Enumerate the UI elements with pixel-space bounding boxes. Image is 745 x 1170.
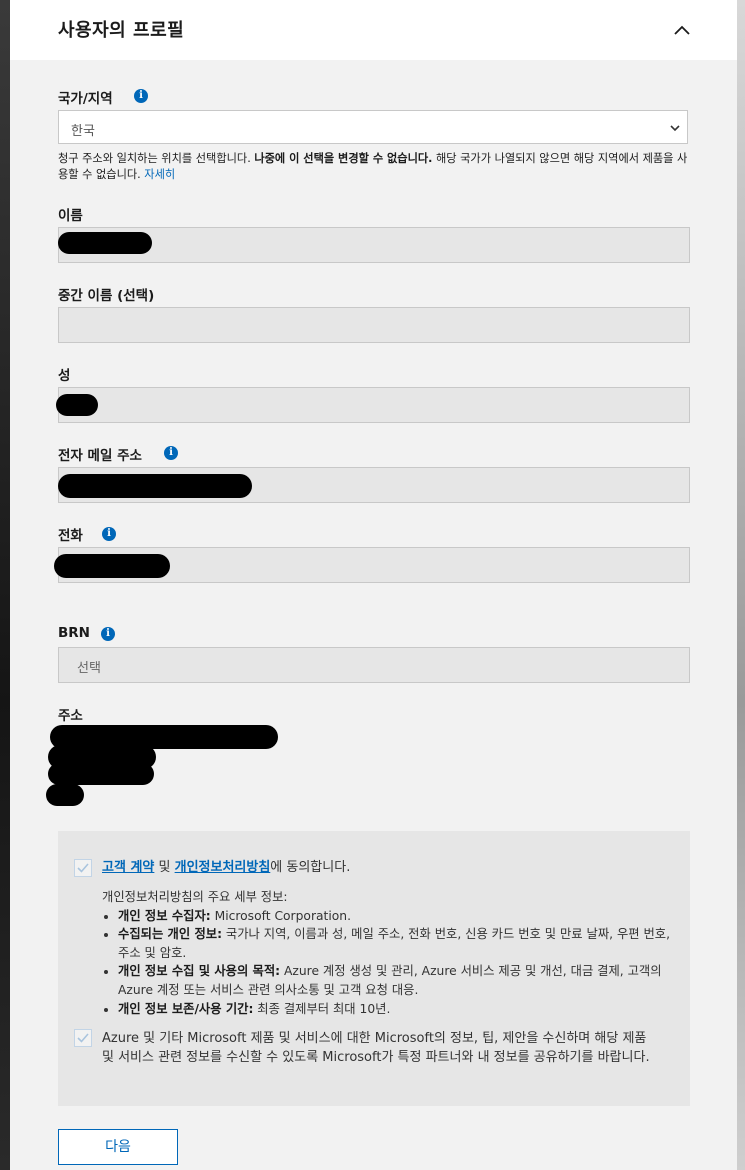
- privacy-details: 개인정보처리방침의 주요 세부 정보: 개인 정보 수집자: Microsoft…: [102, 888, 674, 1018]
- redacted-first-name: [58, 232, 152, 254]
- first-name-field[interactable]: [58, 227, 690, 263]
- agreement-checkbox[interactable]: [74, 859, 92, 877]
- brn-field[interactable]: 선택: [58, 647, 690, 683]
- marketing-checkbox[interactable]: [74, 1029, 92, 1047]
- last-name-field[interactable]: [58, 387, 690, 423]
- redacted-address-line: [46, 784, 84, 806]
- redacted-phone: [54, 554, 170, 578]
- privacy-detail-item: 수집되는 개인 정보: 국가나 지역, 이름과 성, 메일 주소, 전화 번호,…: [118, 925, 674, 962]
- info-icon[interactable]: i: [102, 527, 116, 541]
- redacted-email: [58, 474, 252, 498]
- consent-box: 고객 계약 및 개인정보처리방침에 동의합니다. 개인정보처리방침의 주요 세부…: [58, 831, 690, 1106]
- email-label: 전자 메일 주소: [58, 448, 142, 464]
- chevron-down-icon: [670, 125, 680, 132]
- phone-label: 전화: [58, 528, 83, 544]
- checkmark-icon: [77, 863, 89, 873]
- middle-name-field[interactable]: [58, 307, 690, 343]
- chevron-up-icon[interactable]: [672, 20, 692, 40]
- info-icon[interactable]: i: [101, 627, 115, 641]
- country-help-text: 청구 주소와 일치하는 위치를 선택합니다. 나중에 이 선택을 변경할 수 없…: [58, 152, 688, 181]
- redacted-address-line: [48, 763, 154, 785]
- section-title: 사용자의 프로필: [58, 20, 185, 41]
- country-select[interactable]: 한국: [58, 110, 688, 144]
- address-label: 주소: [58, 708, 83, 724]
- country-help-warning: 나중에 이 선택을 변경할 수 없습니다.: [254, 152, 433, 165]
- privacy-detail-item: 개인 정보 수집자: Microsoft Corporation.: [118, 907, 674, 926]
- first-name-label: 이름: [58, 208, 83, 224]
- privacy-policy-link[interactable]: 개인정보처리방침: [175, 860, 271, 875]
- marketing-text: Azure 및 기타 Microsoft 제품 및 서비스에 대한 Micros…: [102, 1031, 650, 1065]
- last-name-label: 성: [58, 368, 71, 384]
- country-label: 국가/지역: [58, 91, 113, 107]
- privacy-detail-item: 개인 정보 수집 및 사용의 목적: Azure 계정 생성 및 관리, Azu…: [118, 962, 674, 999]
- brn-label: BRN: [58, 625, 90, 641]
- next-button[interactable]: 다음: [58, 1129, 178, 1165]
- info-icon[interactable]: i: [134, 89, 148, 103]
- privacy-details-intro: 개인정보처리방침의 주요 세부 정보:: [102, 890, 288, 904]
- section-header[interactable]: 사용자의 프로필: [10, 0, 737, 60]
- learn-more-link[interactable]: 자세히: [144, 168, 175, 181]
- info-icon[interactable]: i: [164, 446, 178, 460]
- customer-agreement-link[interactable]: 고객 계약: [102, 860, 154, 875]
- background-left: [0, 0, 10, 1170]
- checkmark-icon: [77, 1033, 89, 1043]
- country-select-value: 한국: [71, 124, 95, 139]
- agreement-text: 고객 계약 및 개인정보처리방침에 동의합니다.: [102, 860, 351, 875]
- brn-placeholder: 선택: [77, 661, 101, 676]
- middle-name-label: 중간 이름 (선택): [58, 288, 155, 304]
- privacy-detail-item: 개인 정보 보존/사용 기간: 최종 결제부터 최대 10년.: [118, 1000, 674, 1019]
- profile-panel: 사용자의 프로필 국가/지역 i 한국 청구 주소와 일치하는 위치를 선택합니…: [10, 0, 737, 1170]
- redacted-last-name: [56, 394, 98, 416]
- background-right: [737, 0, 745, 1170]
